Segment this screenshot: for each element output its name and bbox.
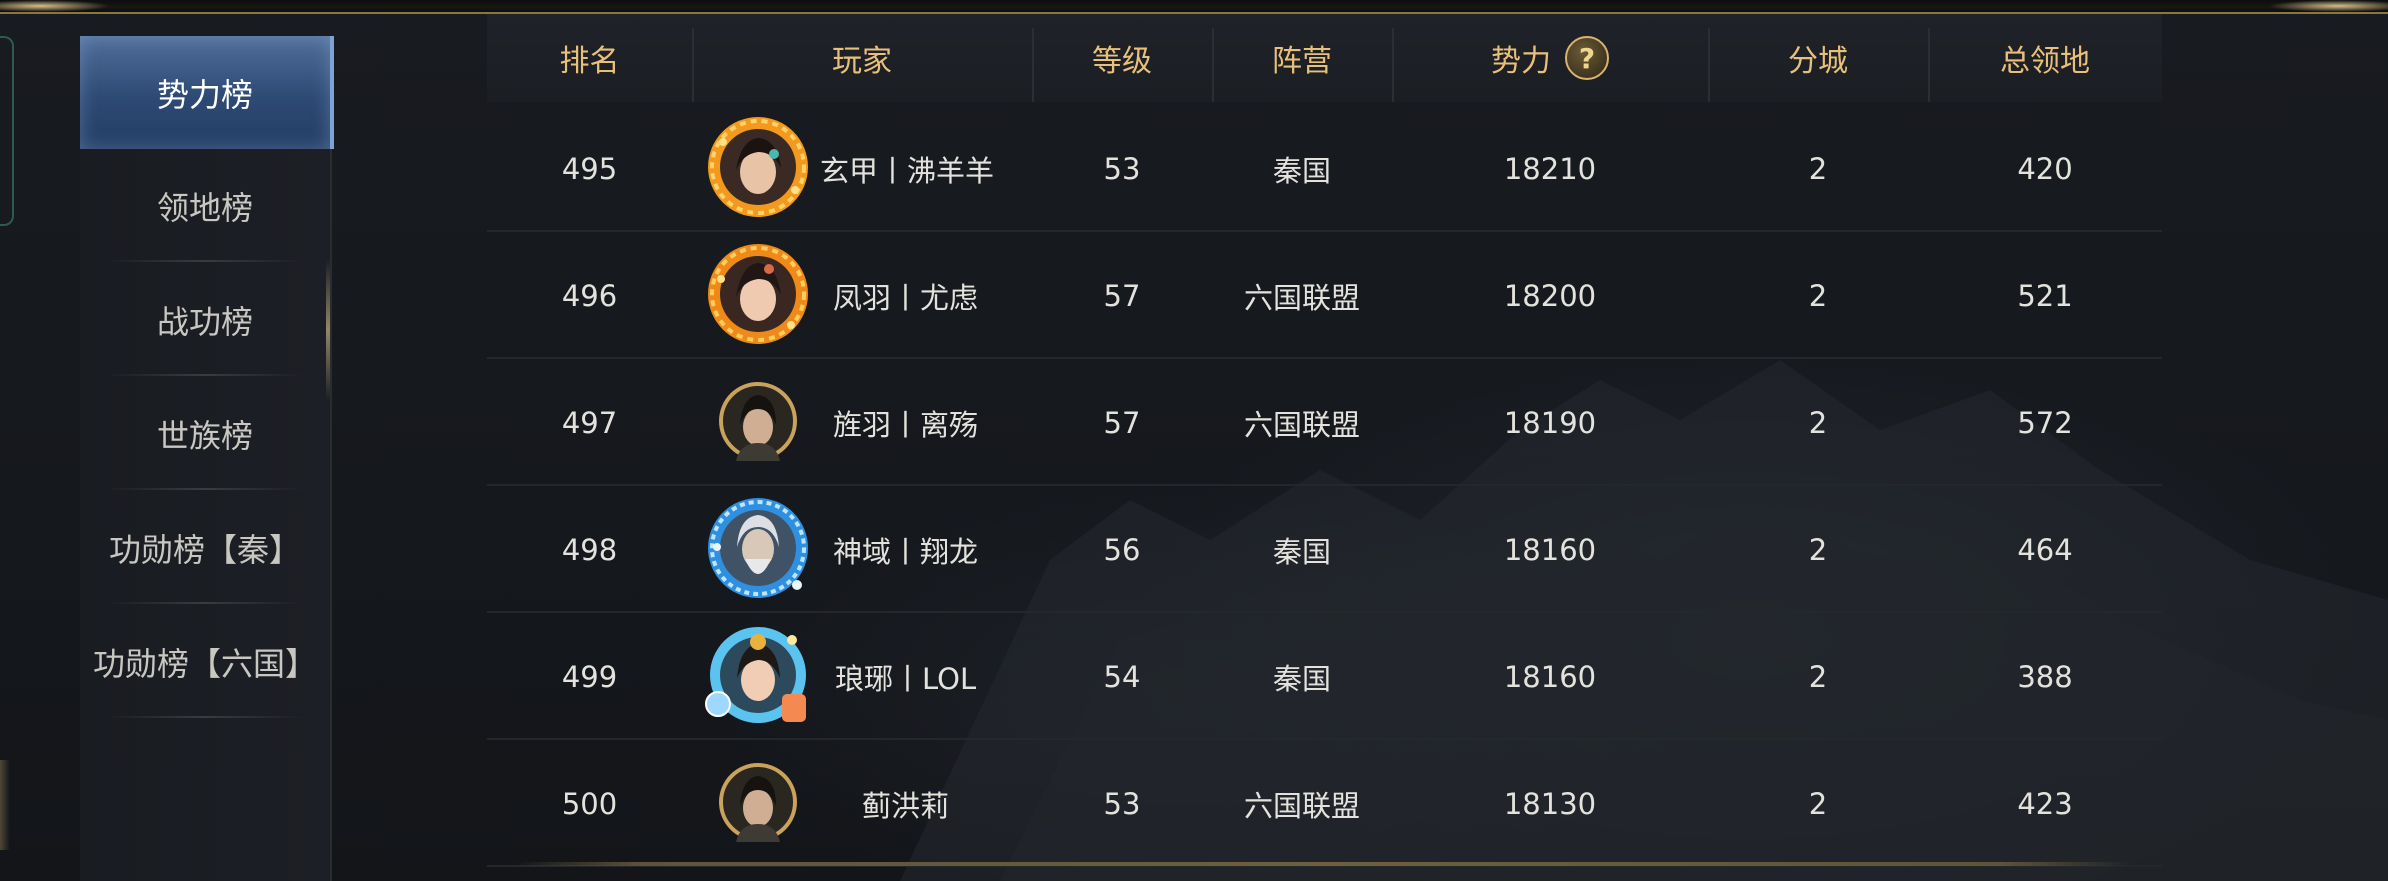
avatar[interactable]: [718, 762, 798, 846]
male-avatar-plain-frame-icon: [719, 381, 797, 461]
player-name[interactable]: 神域丨翔龙: [833, 486, 978, 613]
table-row[interactable]: 499 琅琊丨LOL 54 秦国 18160 2 388: [487, 613, 2162, 740]
player-name[interactable]: 蓟洪莉: [862, 740, 949, 867]
territory-cell: 388: [2017, 659, 2073, 694]
sidebar-item-label: 功勋榜【六国】: [92, 644, 317, 683]
left-edge-glow: [0, 760, 10, 850]
cities-cell: 2: [1808, 278, 1828, 313]
cities-cell: 2: [1808, 405, 1828, 440]
sidebar-item-honor-six-kingdoms-ranking[interactable]: 功勋榜【六国】: [80, 605, 330, 718]
rank-cell: 498: [561, 532, 618, 567]
power-cell: 18210: [1503, 151, 1597, 186]
cities-cell: 2: [1808, 532, 1828, 567]
ranking-table: 排名 玩家 等级 阵营 势力 ? 分城 总领地 495 玄甲丨沸羊羊 53 秦国…: [487, 14, 2162, 881]
power-cell: 18200: [1503, 278, 1597, 313]
avatar[interactable]: [703, 239, 813, 353]
faction-cell: 六国联盟: [1243, 788, 1360, 823]
cities-cell: 2: [1808, 659, 1828, 694]
header-territory[interactable]: 总领地: [1928, 14, 2162, 102]
territory-cell: 521: [2017, 278, 2073, 313]
level-cell: 53: [1103, 786, 1141, 821]
help-icon[interactable]: ?: [1565, 36, 1609, 80]
table-bottom-divider: [515, 862, 2130, 866]
power-cell: 18190: [1503, 405, 1597, 440]
rank-cell: 496: [561, 278, 618, 313]
header-level-label: 等级: [1092, 44, 1152, 79]
header-level[interactable]: 等级: [1032, 14, 1212, 102]
power-cell: 18160: [1503, 659, 1597, 694]
player-name[interactable]: 玄甲丨沸羊羊: [820, 105, 994, 232]
frame-glow: [0, 0, 110, 12]
female-avatar-fire-frame-icon: [708, 116, 808, 217]
faction-cell: 六国联盟: [1243, 280, 1360, 315]
level-cell: 53: [1103, 151, 1141, 186]
territory-cell: 423: [2017, 786, 2073, 821]
territory-cell: 420: [2017, 151, 2073, 186]
faction-cell: 秦国: [1272, 661, 1331, 696]
header-rank[interactable]: 排名: [487, 14, 692, 102]
ranking-category-sidebar: 势力榜 领地榜 战功榜 世族榜 功勋榜【秦】 功勋榜【六国】: [80, 36, 334, 881]
female-avatar-fire-frame-icon: [708, 243, 808, 344]
frame-glow: [2268, 0, 2388, 12]
header-cities[interactable]: 分城: [1708, 14, 1928, 102]
sidebar-item-label: 领地榜: [156, 188, 253, 227]
sidebar-item-power-ranking[interactable]: 势力榜: [80, 36, 334, 149]
sidebar-item-honor-qin-ranking[interactable]: 功勋榜【秦】: [80, 491, 330, 604]
rank-cell: 500: [561, 786, 618, 821]
territory-cell: 464: [2017, 532, 2073, 567]
player-name[interactable]: 旌羽丨离殇: [833, 359, 978, 486]
header-player[interactable]: 玩家: [692, 14, 1032, 102]
sidebar-item-label: 世族榜: [156, 416, 253, 455]
player-name[interactable]: 凤羽丨尤虑: [833, 232, 978, 359]
table-row[interactable]: 496 凤羽丨尤虑 57 六国联盟 18200 2 521: [487, 232, 2162, 359]
male-avatar-plain-frame-icon: [719, 762, 797, 842]
sidebar-item-label: 势力榜: [156, 75, 253, 114]
ranking-screen: 势力榜 领地榜 战功榜 世族榜 功勋榜【秦】 功勋榜【六国】 排名 玩家 等级 …: [0, 0, 2388, 881]
avatar[interactable]: [703, 493, 813, 607]
cities-cell: 2: [1808, 786, 1828, 821]
territory-cell: 572: [2017, 405, 2073, 440]
rank-cell: 497: [561, 405, 618, 440]
faction-cell: 秦国: [1272, 534, 1331, 569]
sidebar-item-label: 功勋榜【秦】: [108, 530, 301, 569]
table-row[interactable]: 495 玄甲丨沸羊羊 53 秦国 18210 2 420: [487, 105, 2162, 232]
faction-cell: 秦国: [1272, 153, 1331, 188]
sidebar-item-merit-ranking[interactable]: 战功榜: [80, 263, 330, 376]
sidebar-item-label: 战功榜: [156, 302, 253, 341]
header-faction-label: 阵营: [1272, 44, 1332, 79]
table-header: 排名 玩家 等级 阵营 势力 ? 分城 总领地: [487, 14, 2162, 102]
level-cell: 56: [1103, 532, 1141, 567]
avatar[interactable]: [718, 381, 798, 465]
header-power-label: 势力: [1491, 44, 1551, 79]
header-territory-label: 总领地: [2000, 44, 2090, 79]
avatar[interactable]: [703, 112, 813, 226]
sidebar-item-clan-ranking[interactable]: 世族榜: [80, 377, 330, 490]
header-cities-label: 分城: [1788, 44, 1848, 79]
player-name[interactable]: 琅琊丨LOL: [835, 613, 976, 740]
power-cell: 18130: [1503, 786, 1597, 821]
elder-avatar-ice-frame-icon: [708, 497, 808, 598]
header-rank-label: 排名: [559, 44, 620, 79]
table-row[interactable]: 498 神域丨翔龙 56 秦国 18160 2 464: [487, 486, 2162, 613]
power-cell: 18160: [1503, 532, 1597, 567]
faction-cell: 六国联盟: [1243, 407, 1360, 442]
level-cell: 54: [1103, 659, 1141, 694]
sidebar-item-territory-ranking[interactable]: 领地榜: [80, 149, 330, 262]
header-faction[interactable]: 阵营: [1212, 14, 1392, 102]
top-frame: [0, 0, 2388, 14]
avatar[interactable]: [700, 620, 816, 734]
table-row[interactable]: 500 蓟洪莉 53 六国联盟 18130 2 423: [487, 740, 2162, 867]
cities-cell: 2: [1808, 151, 1828, 186]
header-power[interactable]: 势力 ?: [1392, 14, 1708, 102]
rank-cell: 495: [561, 151, 618, 186]
table-row[interactable]: 497 旌羽丨离殇 57 六国联盟 18190 2 572: [487, 359, 2162, 486]
female-avatar-festive-frame-icon: [705, 626, 806, 723]
rank-cell: 499: [561, 659, 618, 694]
level-cell: 57: [1103, 405, 1141, 440]
sidebar-divider-glow: [326, 260, 330, 400]
header-player-label: 玩家: [832, 44, 892, 79]
level-cell: 57: [1103, 278, 1141, 313]
left-panel-edge: [0, 36, 14, 226]
